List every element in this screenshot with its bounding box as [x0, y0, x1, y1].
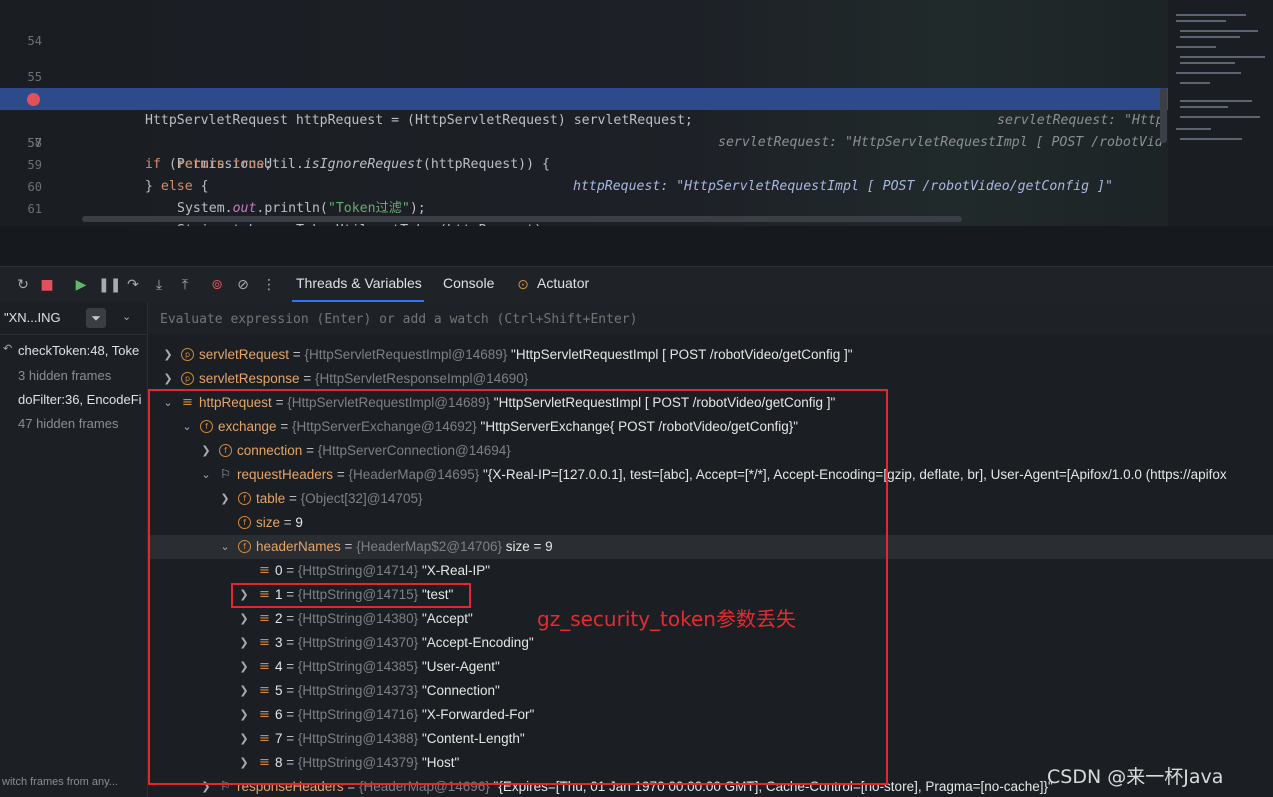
variable-row[interactable]: ❯ p servletResponse = {HttpServletRespon…: [148, 367, 1273, 391]
hidden-frames[interactable]: 47 hidden frames: [18, 416, 118, 431]
highlight-box-test-header: [231, 583, 471, 608]
vertical-scrollbar[interactable]: [1160, 88, 1167, 143]
step-over-icon[interactable]: ↷: [124, 276, 142, 294]
code-line: 59 } else {: [0, 132, 1170, 194]
evaluate-bar: [148, 302, 1273, 335]
parameter-icon: p: [181, 348, 194, 361]
code-line: 61 String token = TokenUtil.getToken(htt…: [0, 176, 1170, 226]
chevron-down-icon[interactable]: ⌄: [122, 310, 131, 323]
code-line: 54: [0, 8, 1170, 48]
code-line: 58 return true;: [0, 110, 1170, 172]
frames-panel: "XN...ING ⏷ ⌄ ↶ checkToken:48, Toke 3 hi…: [0, 302, 148, 797]
tab-console[interactable]: Console: [443, 275, 494, 291]
more-icon[interactable]: ⋮: [260, 276, 278, 294]
current-execution-line: 57 if (PermissionsUtil.isIgnoreRequest(h…: [0, 88, 1170, 194]
step-into-icon[interactable]: ⤓: [150, 276, 168, 294]
watermark: CSDN @来一杯Java: [1047, 766, 1224, 788]
thread-selector-label: "XN...ING: [4, 310, 61, 325]
code-editor[interactable]: 54 55 public boolean checkToken(ServletR…: [0, 0, 1273, 226]
annotation-text: gz_security_token参数丢失: [537, 607, 796, 631]
stop-icon[interactable]: ■: [38, 276, 56, 294]
thread-selector[interactable]: "XN...ING ⏷ ⌄: [0, 302, 147, 335]
breakpoint-icon[interactable]: [27, 93, 40, 106]
debug-toolbar: ↻ ■ ▶ ❚❚ ↷ ⤓ ⤒ ⊚ ⊘ ⋮ Threads & Variables…: [0, 266, 1273, 303]
chevron-right-icon[interactable]: ❯: [162, 367, 174, 391]
frame-item[interactable]: ↶ checkToken:48, Toke: [0, 340, 147, 362]
chevron-right-icon[interactable]: ❯: [162, 343, 174, 367]
variable-row[interactable]: ❯ p servletRequest = {HttpServletRequest…: [148, 343, 1273, 367]
frame-label[interactable]: doFilter:36, EncodeFi: [18, 392, 146, 407]
tab-actuator[interactable]: Actuator: [537, 275, 589, 291]
view-breakpoints-icon[interactable]: ⊚: [208, 276, 226, 294]
panel-divider[interactable]: [0, 226, 1273, 266]
code-line: 60 System.out.println("Token过滤");: [0, 154, 1170, 216]
frame-label: checkToken:48, Toke: [18, 343, 140, 358]
code-minimap[interactable]: [1168, 0, 1273, 226]
step-out-icon[interactable]: ⤒: [176, 276, 194, 294]
horizontal-scrollbar[interactable]: [82, 216, 962, 222]
code-line: 55 public boolean checkToken(ServletRequ…: [0, 44, 1170, 128]
evaluate-expression-input[interactable]: [158, 308, 862, 330]
parameter-icon: p: [181, 372, 194, 385]
filter-icon[interactable]: ⏷: [86, 308, 106, 328]
pause-icon[interactable]: ❚❚: [98, 276, 121, 294]
hidden-frames[interactable]: 3 hidden frames: [18, 368, 111, 383]
mute-breakpoints-icon[interactable]: ⊘: [234, 276, 252, 294]
switch-frames-hint[interactable]: witch frames from any...: [2, 776, 142, 788]
current-frame-icon: ↶: [3, 342, 13, 355]
actuator-icon: ⊙: [517, 277, 529, 293]
rerun-icon[interactable]: ↻: [14, 276, 32, 294]
tab-threads-variables[interactable]: Threads & Variables: [296, 275, 422, 291]
resume-icon[interactable]: ▶: [72, 276, 90, 294]
code-line: 56 HttpServletRequest httpRequest = (Htt…: [0, 66, 1170, 150]
